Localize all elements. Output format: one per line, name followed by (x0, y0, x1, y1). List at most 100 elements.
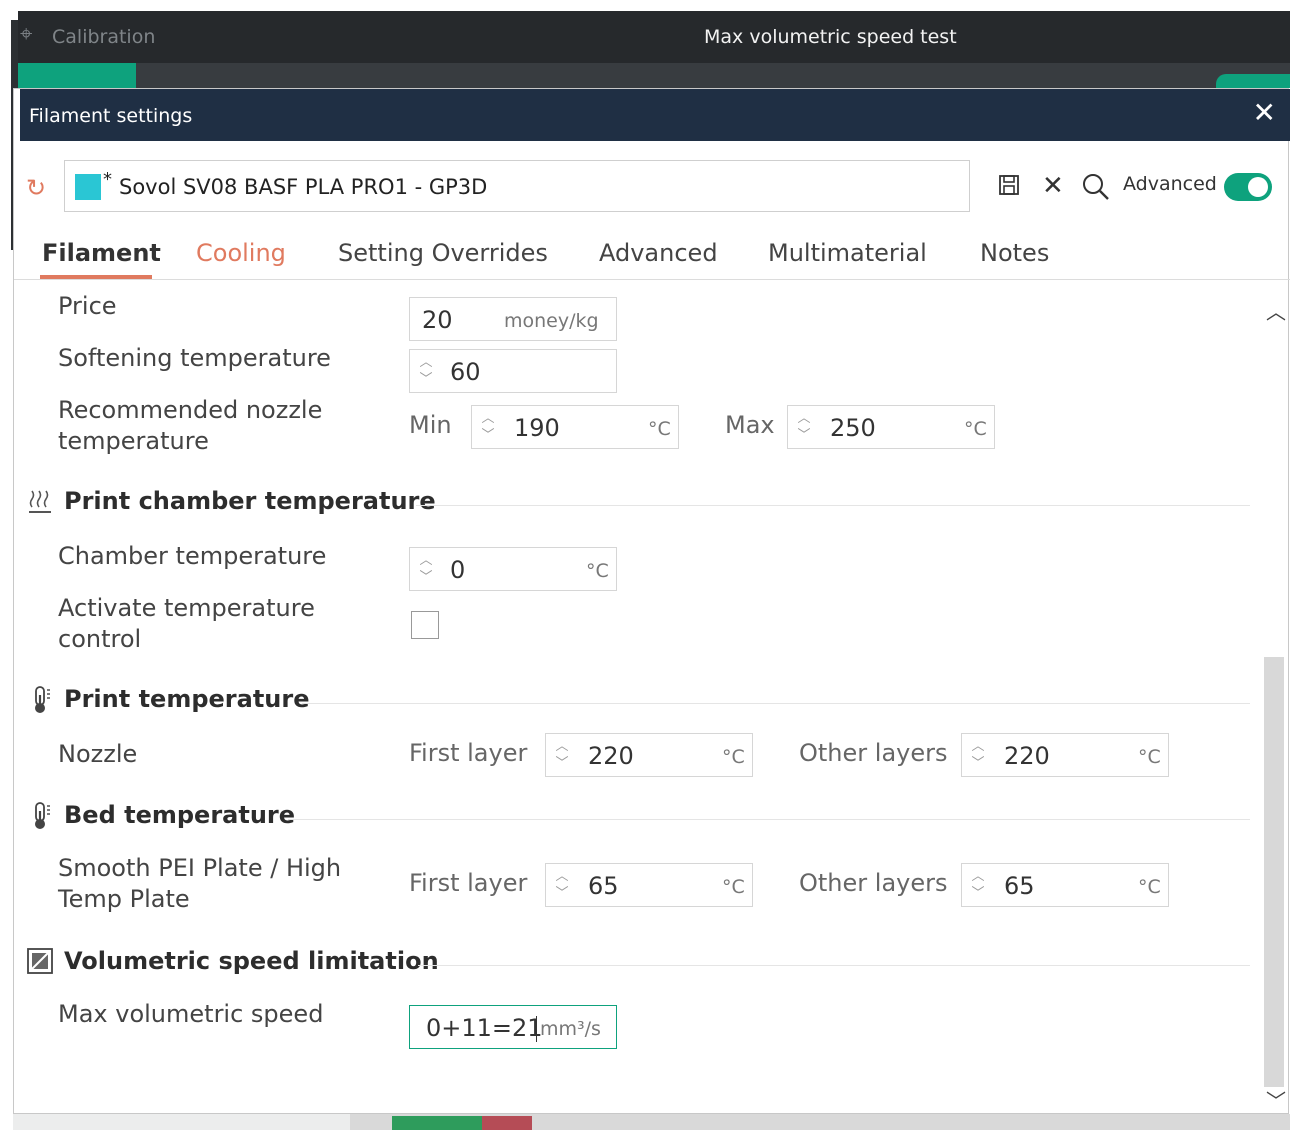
section-print-chamber-temperature: Print chamber temperature (24, 483, 1250, 523)
tab-notes[interactable]: Notes (980, 239, 1049, 267)
advanced-label: Advanced (1123, 173, 1217, 195)
chamber-heat-icon (26, 487, 54, 515)
tab-filament[interactable]: Filament (42, 239, 161, 267)
price-input[interactable]: 20 money/kg (409, 297, 617, 341)
activate-temperature-label-line2: control (58, 625, 142, 653)
spin-arrows-icon[interactable]: ︿ ﹀ (478, 410, 498, 446)
nozzle-first-layer-unit: °C (722, 746, 745, 768)
nozzle-min-input[interactable]: ︿ ﹀ 190 °C (471, 405, 679, 449)
nozzle-other-layers-value: 220 (1004, 742, 1050, 770)
nozzle-max-input[interactable]: ︿ ﹀ 250 °C (787, 405, 995, 449)
settings-tabs: Filament Cooling Setting Overrides Advan… (14, 223, 1290, 280)
background-app-label: Calibration (52, 26, 156, 48)
background-tabstrip (18, 63, 1290, 88)
settings-content: Price 20 money/kg Softening temperature … (14, 281, 1260, 1115)
modified-marker: * (103, 169, 112, 190)
max-volumetric-speed-value: 0+11=21 (426, 1014, 543, 1042)
nozzle-other-layers-unit: °C (1138, 746, 1161, 768)
max-volumetric-speed-label: Max volumetric speed (58, 1000, 324, 1028)
price-label: Price (58, 292, 117, 320)
bed-other-layers-input[interactable]: ︿ ﹀ 65 °C (961, 863, 1169, 907)
preset-row: ↻ * Sovol SV08 BASF PLA PRO1 - GP3D ✕ Ad… (14, 141, 1290, 223)
min-label: Min (409, 411, 452, 439)
section-title: Print temperature (64, 685, 310, 713)
section-bed-temperature: Bed temperature (24, 797, 1250, 837)
section-title: Bed temperature (64, 801, 296, 829)
thermometer-icon (26, 685, 54, 713)
reset-icon[interactable]: ↻ (26, 174, 46, 202)
thermometer-icon (26, 801, 54, 829)
bed-other-layers-value: 65 (1004, 872, 1035, 900)
activate-temperature-label-line1: Activate temperature (58, 594, 315, 622)
recommended-nozzle-label-line2: temperature (58, 427, 209, 455)
filament-color-swatch (75, 174, 101, 200)
spin-arrows-icon[interactable]: ︿ ﹀ (968, 738, 988, 774)
nozzle-max-value: 250 (830, 414, 876, 442)
softening-temperature-input[interactable]: ︿ ﹀ 60 (409, 349, 617, 393)
scroll-up-icon[interactable]: ︿ (1266, 296, 1286, 325)
price-unit: money/kg (504, 310, 599, 332)
bed-first-layer-value: 65 (588, 872, 619, 900)
max-volumetric-speed-unit: mm³/s (540, 1018, 601, 1040)
scroll-down-icon[interactable]: ﹀ (1266, 1085, 1286, 1114)
section-divider (418, 965, 1250, 966)
search-icon[interactable] (1080, 171, 1112, 203)
dialog-titlebar: Filament settings ✕ (20, 89, 1290, 141)
bed-other-layers-label: Other layers (799, 869, 948, 897)
section-divider (302, 703, 1250, 704)
advanced-toggle[interactable] (1224, 173, 1272, 201)
chamber-temperature-input[interactable]: ︿ ﹀ 0 °C (409, 547, 617, 591)
nozzle-label: Nozzle (58, 740, 138, 768)
section-volumetric-speed-limitation: Volumetric speed limitation (24, 943, 1250, 983)
close-icon[interactable]: ✕ (1253, 99, 1276, 127)
plate-label-line1: Smooth PEI Plate / High (58, 854, 342, 882)
bed-first-layer-unit: °C (722, 876, 745, 898)
active-tab-indicator (40, 275, 152, 279)
bed-first-layer-label: First layer (409, 869, 528, 897)
tab-setting-overrides[interactable]: Setting Overrides (338, 239, 548, 267)
section-title: Volumetric speed limitation (64, 947, 439, 975)
spin-arrows-icon[interactable]: ︿ ﹀ (552, 868, 572, 904)
spin-arrows-icon[interactable]: ︿ ﹀ (416, 552, 436, 588)
nozzle-min-unit: °C (648, 418, 671, 440)
background-window-title: Max volumetric speed test (704, 26, 957, 48)
dialog-title: Filament settings (29, 105, 193, 127)
calibration-icon: ⌖ (20, 22, 33, 47)
nozzle-first-layer-input[interactable]: ︿ ﹀ 220 °C (545, 733, 753, 777)
recommended-nozzle-label-line1: Recommended nozzle (58, 396, 323, 424)
nozzle-min-value: 190 (514, 414, 560, 442)
max-volumetric-speed-input[interactable]: 0+11=21 mm³/s (409, 1005, 617, 1049)
tab-cooling[interactable]: Cooling (196, 239, 286, 267)
toggle-knob (1248, 177, 1268, 197)
tab-advanced[interactable]: Advanced (599, 239, 718, 267)
background-bottom-green-object (392, 1116, 482, 1130)
chamber-temperature-label: Chamber temperature (58, 542, 327, 570)
spin-arrows-icon[interactable]: ︿ ﹀ (794, 410, 814, 446)
chamber-temperature-unit: °C (586, 560, 609, 582)
softening-temperature-value: 60 (450, 358, 481, 386)
section-divider (288, 819, 1250, 820)
preset-name: Sovol SV08 BASF PLA PRO1 - GP3D (119, 175, 488, 199)
tab-multimaterial[interactable]: Multimaterial (768, 239, 927, 267)
filament-settings-dialog: Filament settings ✕ ↻ * Sovol SV08 BASF … (13, 88, 1290, 1115)
preset-selector[interactable]: * Sovol SV08 BASF PLA PRO1 - GP3D (64, 160, 970, 212)
nozzle-other-layers-input[interactable]: ︿ ﹀ 220 °C (961, 733, 1169, 777)
scrollbar-thumb[interactable] (1264, 657, 1284, 1087)
background-bottom-red-object (482, 1116, 532, 1130)
bed-other-layers-unit: °C (1138, 876, 1161, 898)
save-icon[interactable] (998, 174, 1020, 202)
text-cursor (536, 1016, 537, 1042)
activate-temperature-checkbox[interactable] (411, 611, 439, 639)
plate-label-line2: Temp Plate (58, 885, 190, 913)
nozzle-first-layer-value: 220 (588, 742, 634, 770)
nozzle-other-layers-label: Other layers (799, 739, 948, 767)
nozzle-max-unit: °C (964, 418, 987, 440)
spin-arrows-icon[interactable]: ︿ ﹀ (968, 868, 988, 904)
max-label: Max (725, 411, 775, 439)
section-divider (416, 505, 1250, 506)
bed-first-layer-input[interactable]: ︿ ﹀ 65 °C (545, 863, 753, 907)
spin-arrows-icon[interactable]: ︿ ﹀ (416, 354, 436, 390)
delete-preset-icon[interactable]: ✕ (1042, 171, 1064, 201)
volumetric-speed-icon (26, 947, 54, 975)
spin-arrows-icon[interactable]: ︿ ﹀ (552, 738, 572, 774)
